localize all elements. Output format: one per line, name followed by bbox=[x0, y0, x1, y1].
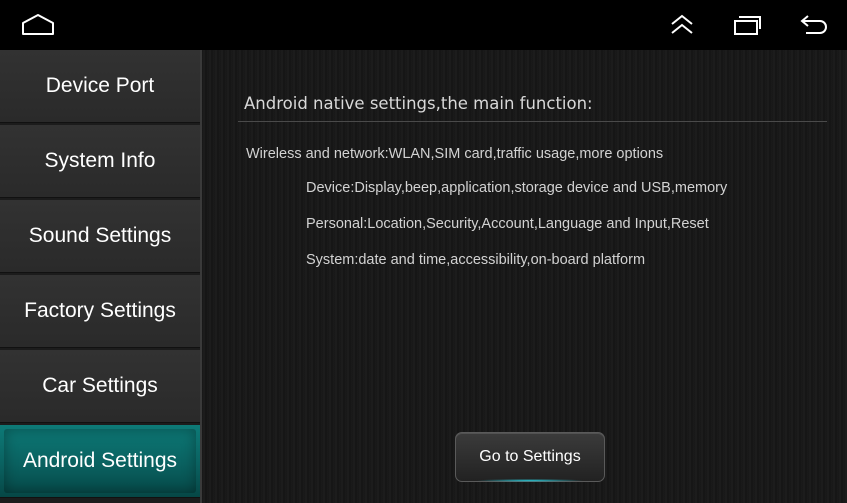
info-line-personal: Personal:Location,Security,Account,Langu… bbox=[306, 216, 709, 232]
sidebar-item-label: Factory Settings bbox=[24, 299, 176, 322]
expand-up-icon[interactable] bbox=[668, 12, 696, 38]
go-to-settings-button[interactable]: Go to Settings bbox=[455, 432, 605, 482]
info-line-system: System:date and time,accessibility,on-bo… bbox=[306, 252, 646, 268]
info-line-wireless: Wireless and network:WLAN,SIM card,traff… bbox=[246, 146, 664, 162]
recents-icon[interactable] bbox=[732, 12, 762, 38]
sidebar-item-car-settings[interactable]: Car Settings bbox=[0, 350, 200, 423]
main-panel: Android native settings,the main functio… bbox=[200, 50, 847, 503]
screen: Device Port System Info Sound Settings F… bbox=[0, 0, 847, 503]
back-icon[interactable] bbox=[798, 12, 830, 38]
divider bbox=[238, 121, 827, 122]
sidebar-item-label: Device Port bbox=[45, 74, 155, 97]
sidebar-item-label: System Info bbox=[44, 149, 156, 172]
sidebar-item-system-info[interactable]: System Info bbox=[0, 125, 200, 198]
sidebar-item-factory-settings[interactable]: Factory Settings bbox=[0, 275, 200, 348]
sidebar: Device Port System Info Sound Settings F… bbox=[0, 50, 200, 503]
sidebar-item-label: Android Settings bbox=[22, 449, 178, 472]
page-title: Android native settings,the main functio… bbox=[244, 94, 593, 113]
sidebar-item-label: Car Settings bbox=[42, 374, 158, 397]
navigation-bar bbox=[0, 0, 847, 50]
sidebar-item-device-port[interactable]: Device Port bbox=[0, 50, 200, 123]
info-line-device: Device:Display,beep,application,storage … bbox=[306, 180, 728, 196]
home-icon[interactable] bbox=[20, 12, 56, 38]
sidebar-item-sound-settings[interactable]: Sound Settings bbox=[0, 200, 200, 273]
sidebar-item-label: Sound Settings bbox=[28, 224, 172, 247]
sidebar-item-android-settings[interactable]: Android Settings bbox=[0, 425, 200, 498]
